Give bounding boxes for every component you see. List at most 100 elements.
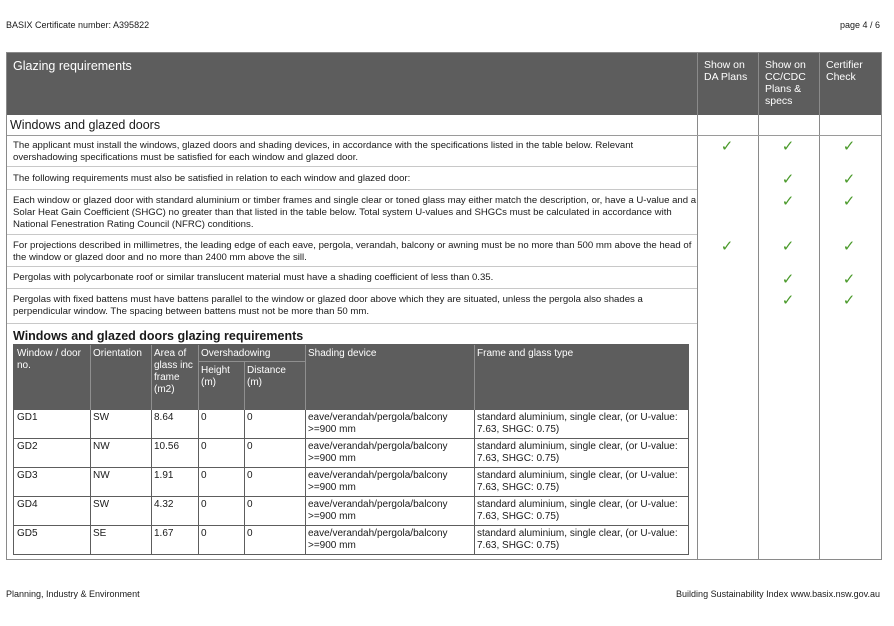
divider xyxy=(198,410,199,554)
divider xyxy=(198,361,305,362)
divider xyxy=(7,266,697,267)
col-cc-cdc-plans: Show on CC/CDC Plans & specs xyxy=(765,59,806,107)
divider xyxy=(14,438,688,439)
cell-shading: eave/verandah/pergola/balcony >=900 mm xyxy=(308,470,448,493)
check-icon: ✓ xyxy=(842,193,856,210)
divider xyxy=(244,362,245,410)
divider xyxy=(7,166,697,167)
divider xyxy=(14,467,688,468)
cell-height: 0 xyxy=(201,441,207,452)
section-title: Glazing requirements xyxy=(13,59,132,73)
cell-window-no: GD1 xyxy=(17,412,38,423)
cell-area: 10.56 xyxy=(154,441,180,452)
check-icon: ✓ xyxy=(842,138,856,155)
divider xyxy=(14,525,688,526)
col-certifier-check: Certifier Check xyxy=(826,59,863,83)
cell-frame: standard aluminium, single clear, (or U-… xyxy=(477,528,678,551)
cell-height: 0 xyxy=(201,412,207,423)
cell-distance: 0 xyxy=(247,412,253,423)
th-orientation: Orientation xyxy=(93,348,142,359)
th-frame-glass: Frame and glass type xyxy=(477,348,574,359)
col-da-plans: Show on DA Plans xyxy=(704,59,748,83)
th-area: Area of glass inc frame (m2) xyxy=(154,348,193,395)
divider xyxy=(151,345,152,410)
divider xyxy=(151,410,152,554)
cell-distance: 0 xyxy=(247,470,253,481)
cell-distance: 0 xyxy=(247,499,253,510)
th-overshadowing: Overshadowing xyxy=(201,348,271,359)
page-number: page 4 / 6 xyxy=(839,20,880,30)
requirement-text: The following requirements must also be … xyxy=(13,173,411,184)
cell-window-no: GD2 xyxy=(17,441,38,452)
divider xyxy=(7,135,881,136)
divider xyxy=(305,345,306,410)
cell-orientation: NW xyxy=(93,470,110,481)
cell-distance: 0 xyxy=(247,441,253,452)
subsection-title: Windows and glazed doors xyxy=(10,118,161,132)
cell-orientation: SW xyxy=(93,499,110,510)
check-icon: ✓ xyxy=(842,171,856,188)
divider xyxy=(474,410,475,554)
cell-area: 1.91 xyxy=(154,470,174,481)
cell-window-no: GD3 xyxy=(17,470,38,481)
check-icon: ✓ xyxy=(781,171,795,188)
cell-frame: standard aluminium, single clear, (or U-… xyxy=(477,441,678,464)
divider xyxy=(697,53,698,559)
cell-orientation: SW xyxy=(93,412,110,423)
check-icon: ✓ xyxy=(781,138,795,155)
cell-shading: eave/verandah/pergola/balcony >=900 mm xyxy=(308,412,448,435)
cell-shading: eave/verandah/pergola/balcony >=900 mm xyxy=(308,528,448,551)
th-height: Height (m) xyxy=(201,365,230,388)
check-icon: ✓ xyxy=(781,238,795,255)
requirement-text: Pergolas with polycarbonate roof or simi… xyxy=(13,272,494,283)
divider xyxy=(7,234,697,235)
cell-window-no: GD5 xyxy=(17,528,38,539)
cell-frame: standard aluminium, single clear, (or U-… xyxy=(477,470,678,493)
divider xyxy=(7,323,697,324)
requirement-text: Each window or glazed door with standard… xyxy=(13,195,697,230)
glazing-table: Window / door no. Orientation Area of gl… xyxy=(13,344,689,555)
certificate-number: BASIX Certificate number: A395822 xyxy=(6,20,150,30)
divider xyxy=(14,496,688,497)
cell-orientation: SE xyxy=(93,528,107,539)
cell-area: 4.32 xyxy=(154,499,174,510)
cell-frame: standard aluminium, single clear, (or U-… xyxy=(477,412,678,435)
divider xyxy=(305,410,306,554)
requirement-text: Pergolas with fixed battens must have ba… xyxy=(13,294,643,317)
divider xyxy=(244,410,245,554)
cell-orientation: NW xyxy=(93,441,110,452)
cell-shading: eave/verandah/pergola/balcony >=900 mm xyxy=(308,499,448,522)
cell-shading: eave/verandah/pergola/balcony >=900 mm xyxy=(308,441,448,464)
check-icon: ✓ xyxy=(842,238,856,255)
divider xyxy=(474,345,475,410)
cell-distance: 0 xyxy=(247,528,253,539)
th-window-no: Window / door no. xyxy=(17,348,81,371)
table-title: Windows and glazed doors glazing require… xyxy=(13,329,304,343)
divider xyxy=(90,345,91,410)
footer-basix-site: Building Sustainability Index www.basix.… xyxy=(676,589,880,599)
cell-height: 0 xyxy=(201,528,207,539)
check-icon: ✓ xyxy=(842,271,856,288)
check-icon: ✓ xyxy=(842,292,856,309)
divider xyxy=(90,410,91,554)
divider xyxy=(758,53,759,559)
divider xyxy=(819,53,820,559)
requirement-text: For projections described in millimetres… xyxy=(13,240,692,263)
requirement-text: The applicant must install the windows, … xyxy=(13,140,634,163)
divider xyxy=(7,288,697,289)
divider xyxy=(198,345,199,410)
divider xyxy=(7,189,697,190)
glazing-requirements-section: Glazing requirements Show on DA Plans Sh… xyxy=(6,52,882,560)
cell-frame: standard aluminium, single clear, (or U-… xyxy=(477,499,678,522)
cell-height: 0 xyxy=(201,470,207,481)
cell-window-no: GD4 xyxy=(17,499,38,510)
footer-department: Planning, Industry & Environment xyxy=(6,589,140,599)
check-icon: ✓ xyxy=(781,193,795,210)
check-icon: ✓ xyxy=(781,292,795,309)
cell-area: 1.67 xyxy=(154,528,174,539)
th-distance: Distance (m) xyxy=(247,365,286,388)
check-icon: ✓ xyxy=(720,138,734,155)
check-icon: ✓ xyxy=(720,238,734,255)
check-icon: ✓ xyxy=(781,271,795,288)
cell-height: 0 xyxy=(201,499,207,510)
